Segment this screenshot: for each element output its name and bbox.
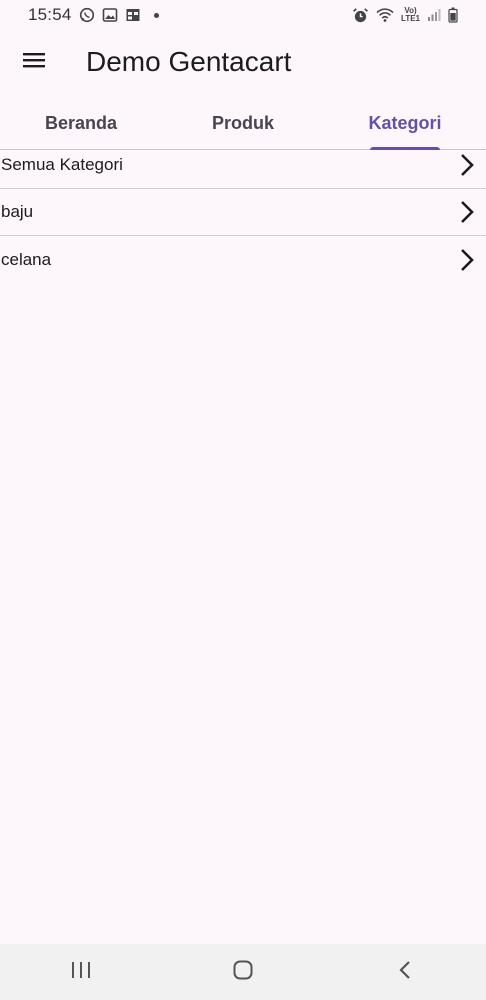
calendar-icon <box>125 7 141 23</box>
signal-icon <box>427 8 441 22</box>
category-list: Semua Kategori baju celana <box>0 142 486 283</box>
chevron-right-icon <box>452 150 482 180</box>
tab-label: Produk <box>211 113 274 133</box>
app-screen: 15:54 Vo) LTE1 Demo Gentacart Beranda Pr… <box>0 0 486 1000</box>
battery-icon <box>448 7 458 23</box>
whatsapp-icon <box>79 7 95 23</box>
notification-dot-icon <box>153 12 159 18</box>
back-icon <box>398 960 412 985</box>
tab-label: Kategori <box>368 113 442 133</box>
hamburger-menu-icon <box>22 50 46 75</box>
category-item-baju[interactable]: baju <box>0 189 486 236</box>
recent-apps-button[interactable] <box>51 952 111 992</box>
system-nav-bar <box>0 944 486 1000</box>
app-bar: Demo Gentacart <box>0 30 486 94</box>
recent-apps-icon <box>70 961 92 984</box>
tab-label: Beranda <box>44 113 118 133</box>
chevron-right-icon <box>452 245 482 275</box>
category-label: baju <box>1 202 34 221</box>
wifi-icon <box>376 7 394 23</box>
volte-icon: Vo) LTE1 <box>401 7 420 23</box>
status-left: 15:54 <box>28 5 159 25</box>
status-right: Vo) LTE1 <box>352 7 458 24</box>
category-label: Semua Kategori <box>1 155 123 174</box>
home-icon <box>232 959 254 986</box>
page-title: Demo Gentacart <box>86 46 292 77</box>
category-item-celana[interactable]: celana <box>0 236 486 283</box>
home-button[interactable] <box>213 952 273 992</box>
status-bar: 15:54 Vo) LTE1 <box>0 0 486 30</box>
chevron-right-icon <box>452 197 482 227</box>
category-label: celana <box>1 249 52 269</box>
status-time: 15:54 <box>28 5 72 24</box>
menu-button[interactable] <box>14 42 54 82</box>
volte-bottom-label: LTE1 <box>401 14 420 23</box>
category-item-semua-kategori[interactable]: Semua Kategori <box>0 142 486 189</box>
image-icon <box>102 7 118 23</box>
alarm-icon <box>352 7 369 24</box>
back-button[interactable] <box>375 952 435 992</box>
